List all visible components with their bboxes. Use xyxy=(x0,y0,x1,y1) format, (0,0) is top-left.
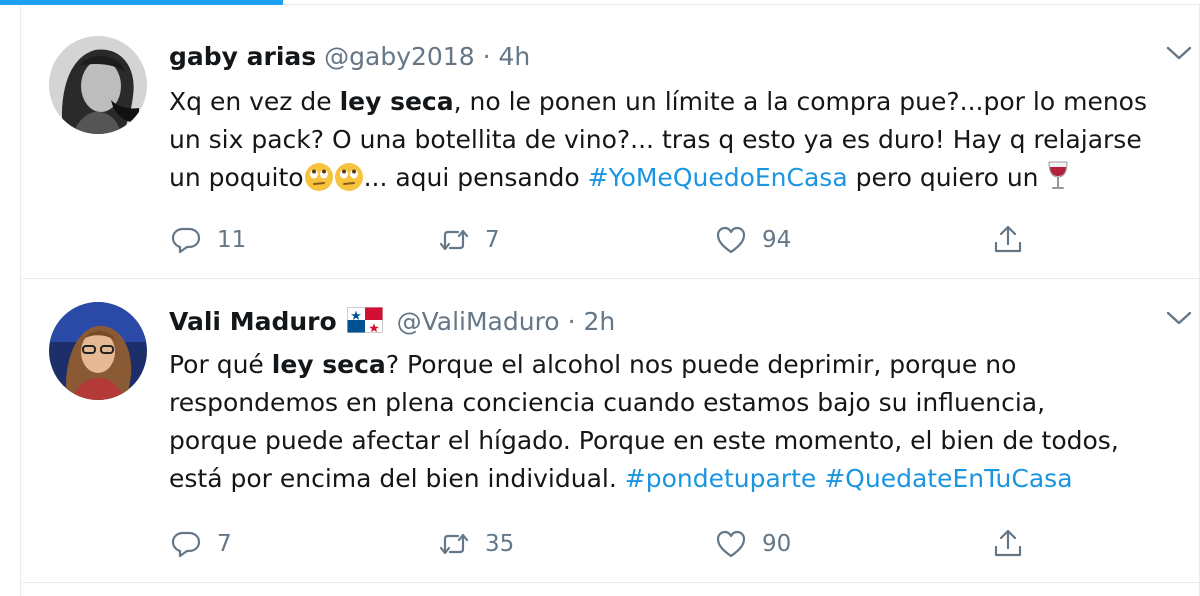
handle[interactable]: @gaby2018 xyxy=(324,42,474,71)
tweet-text-line: Por qué ley seca? Porque el alcohol nos … xyxy=(169,346,1195,384)
reply-count: 7 xyxy=(217,531,232,557)
reply-icon xyxy=(171,227,201,254)
retweet-count: 35 xyxy=(485,531,515,557)
text-span: está por encima del bien individual. xyxy=(169,464,625,493)
caret-down-icon[interactable] xyxy=(1165,308,1193,328)
avatar[interactable] xyxy=(49,302,147,400)
display-name[interactable]: Vali Maduro xyxy=(169,307,337,336)
timestamp[interactable]: 4h xyxy=(498,42,530,71)
share-icon xyxy=(994,225,1022,253)
tweet-actions: 11 7 94 xyxy=(169,220,1199,260)
like-button[interactable]: 94 xyxy=(714,220,791,260)
retweet-icon xyxy=(439,533,469,555)
highlighted-keyword: ley seca xyxy=(339,87,454,116)
time-separator: · xyxy=(482,42,491,71)
tweet-header: gaby arias @gaby2018 · 4h xyxy=(169,41,530,73)
like-icon xyxy=(716,226,746,254)
hashtag-link[interactable]: #QuedateEnTuCasa xyxy=(824,464,1072,493)
hashtag-link[interactable]: #pondetuparte xyxy=(625,464,817,493)
text-span: pero quiero un xyxy=(847,163,1047,192)
handle[interactable]: @ValiMaduro xyxy=(397,307,560,336)
timestamp[interactable]: 2h xyxy=(583,307,615,336)
like-count: 94 xyxy=(762,227,792,253)
tweet-text-line: respondemos en plena conciencia cuando e… xyxy=(169,388,1046,417)
display-name[interactable]: gaby arias xyxy=(169,42,316,71)
text-span: Xq en vez de xyxy=(169,87,340,116)
wine-glass-emoji-icon xyxy=(1046,160,1070,203)
retweet-count: 7 xyxy=(485,227,500,253)
tweet-text-line: Xq en vez de ley seca, no le ponen un lí… xyxy=(169,83,1195,121)
share-icon xyxy=(994,529,1022,557)
avatar[interactable] xyxy=(49,36,147,134)
reply-button[interactable]: 7 xyxy=(169,524,232,564)
share-button[interactable] xyxy=(991,220,1025,260)
rolling-eyes-emoji-icon xyxy=(304,162,334,203)
retweet-button[interactable]: 35 xyxy=(437,524,514,564)
retweet-icon xyxy=(439,229,469,251)
reply-button[interactable]: 11 xyxy=(169,220,246,260)
tweet-text: Por qué ley seca? Porque el alcohol nos … xyxy=(169,346,1195,498)
tweet-text-line: está por encima del bien individual. #po… xyxy=(169,460,1195,498)
tweet-text-line: un six pack? O una botellita de vino?...… xyxy=(169,125,1142,154)
rolling-eyes-emoji-icon xyxy=(334,162,364,203)
tweet-text-line: un poquito ... aqui pensando #YoMeQuedoEn… xyxy=(169,159,1195,203)
share-button[interactable] xyxy=(991,524,1025,564)
reply-count: 11 xyxy=(217,227,247,253)
caret-down-icon[interactable] xyxy=(1165,43,1193,63)
retweet-button[interactable]: 7 xyxy=(437,220,500,260)
tweet-text-line: porque puede afectar el hígado. Porque e… xyxy=(169,426,1119,455)
tweet-actions: 7 35 90 xyxy=(169,524,1199,564)
like-count: 90 xyxy=(762,531,792,557)
highlighted-keyword: ley seca xyxy=(271,350,386,379)
text-span: Por qué xyxy=(169,350,272,379)
hashtag-link[interactable]: #YoMeQuedoEnCasa xyxy=(588,163,848,192)
time-separator: · xyxy=(567,307,576,336)
text-span: ... aqui pensando xyxy=(363,163,588,192)
text-span: , no le ponen un límite a la compra pue?… xyxy=(453,87,1147,116)
tweet-text: Xq en vez de ley seca, no le ponen un lí… xyxy=(169,83,1195,203)
tweet[interactable]: Vali Maduro @ValiMaduro · 2h Por qué ley… xyxy=(21,280,1199,583)
text-span: un poquito xyxy=(169,163,304,192)
like-icon xyxy=(716,530,746,558)
tweet-header: Vali Maduro @ValiMaduro · 2h xyxy=(169,306,615,341)
like-button[interactable]: 90 xyxy=(714,524,791,564)
reply-icon xyxy=(171,531,201,558)
text-span: ? Porque el alcohol nos puede deprimir, … xyxy=(385,350,1017,379)
panama-flag-emoji-icon xyxy=(346,307,383,341)
tweet[interactable]: gaby arias @gaby2018 · 4h Xq en vez de l… xyxy=(21,5,1199,279)
